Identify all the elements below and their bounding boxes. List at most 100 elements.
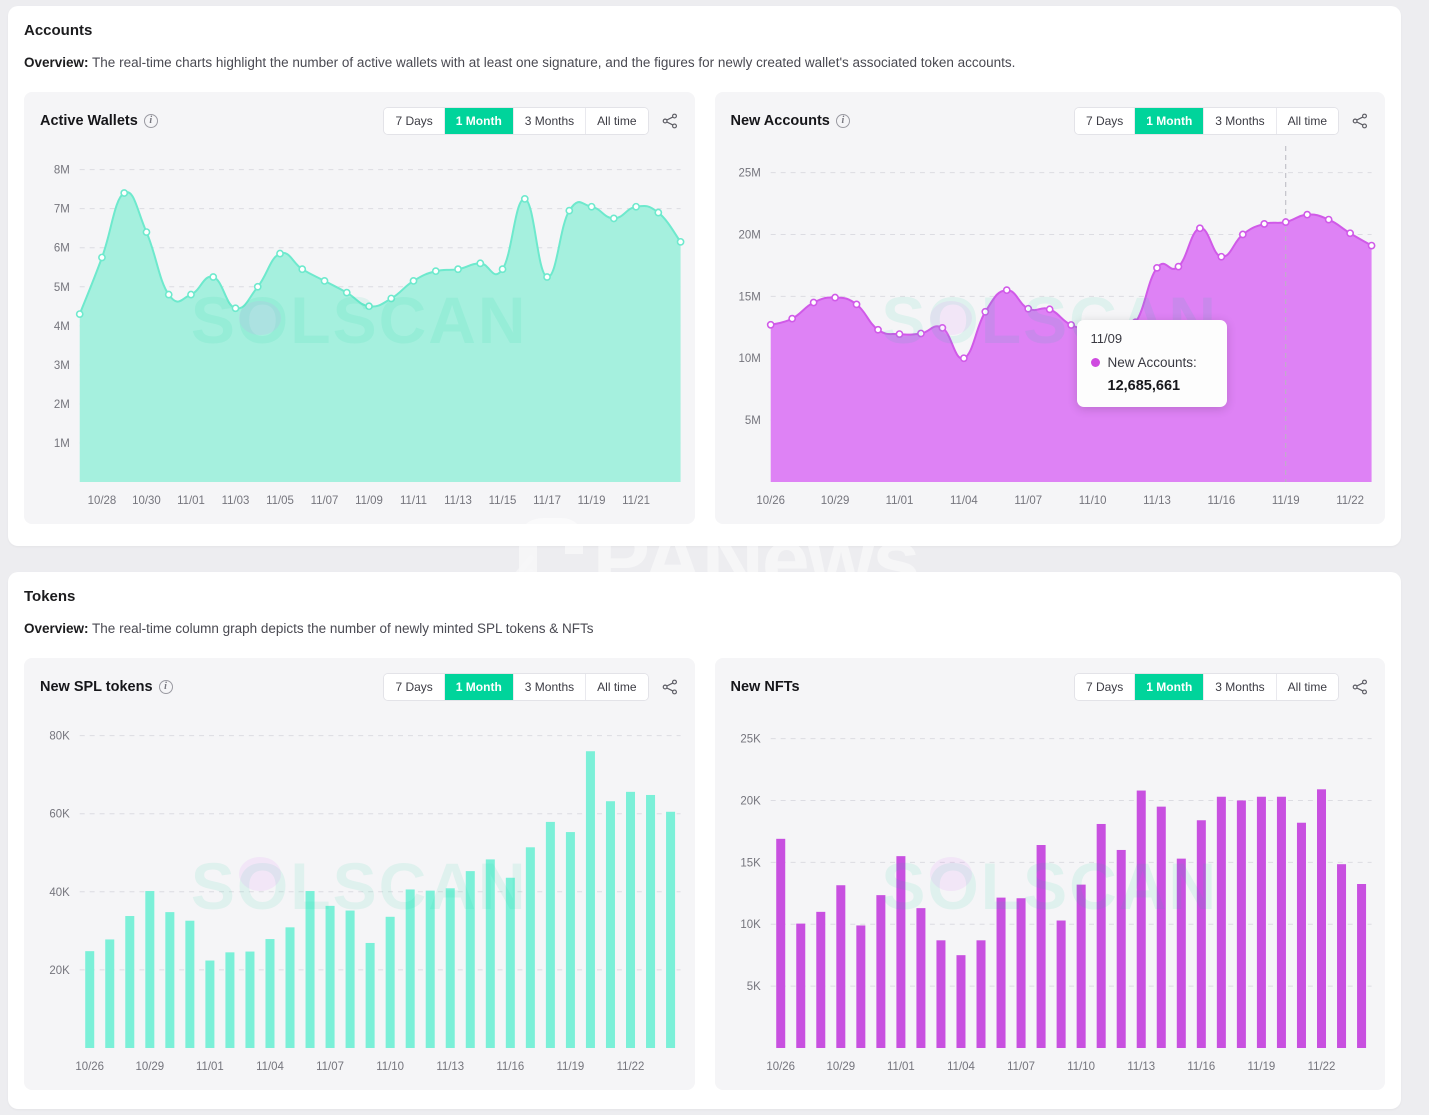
share-icon[interactable] (1351, 678, 1369, 696)
share-icon[interactable] (1351, 112, 1369, 130)
card-new-nfts: New NFTs 7 Days 1 Month 3 Months All tim… (714, 657, 1386, 1090)
card-new-accounts: New Accounts i 7 Days 1 Month 3 Months A… (714, 91, 1386, 524)
card-title-text: New SPL tokens (40, 678, 153, 695)
svg-text:4M: 4M (54, 320, 70, 332)
svg-text:11/11: 11/11 (400, 495, 427, 507)
range-btn-all-time[interactable]: All time (586, 673, 648, 700)
range-btn-7-days[interactable]: 7 Days (384, 107, 445, 134)
plot-new-nfts: SOLSCAN 5K 10K 15K 20K 25K 10/26 10/29 11/01 11/… (715, 702, 1386, 1082)
card-title-active-wallets: Active Wallets i (40, 113, 158, 129)
range-btn-3-months[interactable]: 3 Months (513, 673, 587, 700)
card-header-new-spl-tokens: New SPL tokens i 7 Days 1 Month 3 Months… (24, 658, 695, 702)
info-icon[interactable]: i (143, 113, 158, 128)
card-title-new-nfts: New NFTs (731, 679, 800, 695)
range-btn-all-time[interactable]: All time (1276, 107, 1338, 134)
tokens-section-title: Tokens (24, 588, 76, 605)
svg-text:6M: 6M (54, 242, 70, 254)
svg-text:20M: 20M (738, 229, 760, 241)
svg-text:8M: 8M (54, 164, 70, 176)
range-selector-active-wallets[interactable]: 7 Days 1 Month 3 Months All time (383, 106, 649, 135)
tooltip-value: 12,685,661 (1107, 377, 1181, 394)
card-title-new-spl-tokens: New SPL tokens i (40, 679, 173, 695)
share-icon[interactable] (661, 678, 679, 696)
svg-text:11/04: 11/04 (947, 1061, 975, 1073)
overview-label: Overview: (24, 621, 89, 636)
range-btn-all-time[interactable]: All time (1276, 673, 1338, 700)
tokens-charts-row: New SPL tokens i 7 Days 1 Month 3 Months… (8, 638, 1401, 1090)
card-controls-new-spl-tokens: 7 Days 1 Month 3 Months All time (383, 672, 679, 701)
range-btn-3-months[interactable]: 3 Months (513, 107, 587, 134)
svg-text:11/10: 11/10 (1067, 1061, 1095, 1073)
svg-text:11/04: 11/04 (256, 1061, 284, 1073)
range-selector-new-accounts[interactable]: 7 Days 1 Month 3 Months All time (1073, 106, 1339, 135)
svg-text:15M: 15M (738, 291, 760, 303)
card-active-wallets: Active Wallets i 7 Days 1 Month 3 Months… (24, 91, 695, 524)
info-icon[interactable]: i (158, 679, 173, 694)
svg-text:25M: 25M (738, 167, 760, 179)
tooltip-series-row: New Accounts: (1090, 355, 1213, 370)
range-btn-7-days[interactable]: 7 Days (1074, 673, 1136, 700)
svg-text:15K: 15K (740, 857, 761, 869)
svg-text:11/21: 11/21 (622, 495, 650, 507)
svg-text:11/19: 11/19 (557, 1061, 585, 1073)
svg-text:10/26: 10/26 (766, 1061, 795, 1073)
range-btn-1-month[interactable]: 1 Month (1135, 673, 1205, 700)
card-controls-active-wallets: 7 Days 1 Month 3 Months All time (383, 106, 679, 135)
svg-text:10/30: 10/30 (132, 495, 161, 507)
info-icon[interactable]: i (835, 113, 850, 128)
range-btn-1-month[interactable]: 1 Month (1135, 107, 1205, 134)
svg-text:5M: 5M (744, 415, 760, 427)
range-btn-7-days[interactable]: 7 Days (1074, 107, 1136, 134)
plot-new-spl-tokens: SOLSCAN 20K 40K 60K 80K 10/26 10/29 11/01 11/04… (24, 702, 695, 1082)
range-selector-new-spl-tokens[interactable]: 7 Days 1 Month 3 Months All time (383, 672, 649, 701)
svg-text:7M: 7M (54, 203, 70, 215)
range-btn-1-month[interactable]: 1 Month (444, 107, 514, 134)
card-header-new-nfts: New NFTs 7 Days 1 Month 3 Months All tim… (715, 658, 1386, 702)
card-header-active-wallets: Active Wallets i 7 Days 1 Month 3 Months… (24, 92, 695, 136)
svg-text:11/03: 11/03 (222, 495, 250, 507)
chart-svg-new-spl-tokens: 20K 40K 60K 80K 10/26 10/29 11/01 11/04 11/07 11/… (49, 730, 681, 1073)
svg-text:11/01: 11/01 (196, 1061, 224, 1073)
plot-new-accounts: SOLSCAN 5M10M15M20M25M10/2610/2911/0111/… (715, 136, 1386, 516)
svg-text:11/07: 11/07 (311, 495, 339, 507)
accounts-section-overview: Overview: The real-time charts highlight… (8, 39, 1401, 72)
tooltip-date: 11/09 (1090, 330, 1123, 346)
svg-text:11/22: 11/22 (617, 1061, 645, 1073)
card-title-text: Active Wallets (40, 112, 138, 129)
dashboard-page: Accounts Overview: The real-time charts … (0, 0, 1429, 1115)
card-controls-new-nfts: 7 Days 1 Month 3 Months All time (1073, 672, 1369, 701)
range-btn-7-days[interactable]: 7 Days (384, 673, 445, 700)
range-btn-all-time[interactable]: All time (586, 107, 648, 134)
svg-text:11/13: 11/13 (1127, 1061, 1155, 1073)
svg-text:11/22: 11/22 (1307, 1061, 1335, 1073)
card-controls-new-accounts: 7 Days 1 Month 3 Months All time (1073, 106, 1369, 135)
svg-text:11/09: 11/09 (355, 495, 383, 507)
card-title-new-accounts: New Accounts i (731, 113, 850, 129)
tokens-section-overview: Overview: The real-time column graph dep… (8, 605, 1401, 638)
svg-text:5K: 5K (746, 981, 760, 993)
svg-text:5M: 5M (54, 281, 70, 293)
range-btn-3-months[interactable]: 3 Months (1204, 107, 1277, 134)
card-title-text: New NFTs (730, 678, 800, 695)
range-btn-3-months[interactable]: 3 Months (1204, 673, 1277, 700)
svg-text:11/07: 11/07 (1014, 495, 1042, 507)
range-selector-new-nfts[interactable]: 7 Days 1 Month 3 Months All time (1073, 672, 1339, 701)
svg-text:11/19: 11/19 (1247, 1061, 1275, 1073)
svg-text:10/26: 10/26 (756, 495, 785, 507)
svg-text:11/13: 11/13 (436, 1061, 464, 1073)
svg-text:11/16: 11/16 (1187, 1061, 1215, 1073)
svg-text:20K: 20K (740, 795, 761, 807)
card-header-new-accounts: New Accounts i 7 Days 1 Month 3 Months A… (715, 92, 1386, 136)
svg-text:11/17: 11/17 (533, 495, 561, 507)
svg-text:11/13: 11/13 (1143, 495, 1171, 507)
svg-text:11/07: 11/07 (316, 1061, 344, 1073)
plot-active-wallets: SOLSCAN 1M2M3M4M5M6M7M8M10/2810/3011/011… (24, 136, 695, 516)
svg-text:11/01: 11/01 (177, 495, 205, 507)
svg-text:11/19: 11/19 (1271, 495, 1299, 507)
svg-text:60K: 60K (49, 808, 70, 820)
range-btn-1-month[interactable]: 1 Month (444, 673, 514, 700)
share-icon[interactable] (661, 112, 679, 130)
svg-text:1M: 1M (54, 437, 70, 449)
chart-svg-new-nfts: 5K 10K 15K 20K 25K 10/26 10/29 11/01 11/04 11/07 1… (740, 733, 1372, 1073)
chart-tooltip: 11/09 New Accounts: 12,685,661 (1076, 319, 1227, 407)
